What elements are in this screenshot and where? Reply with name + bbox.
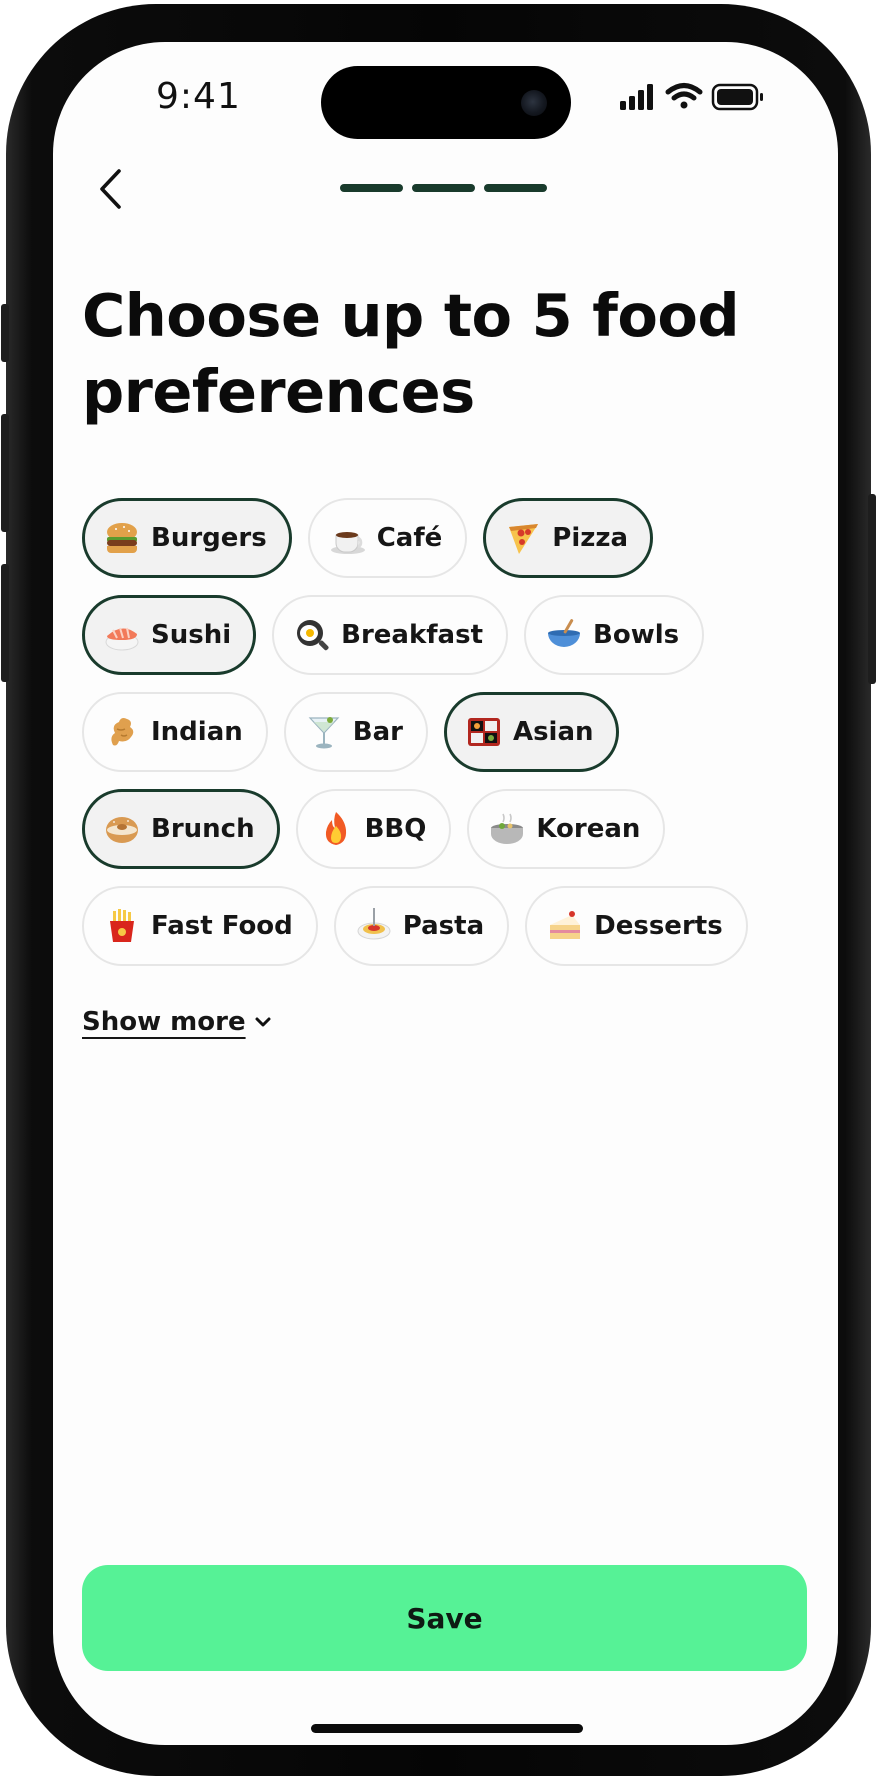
progress-step-3 (484, 184, 547, 192)
preference-chip-label: Desserts (594, 911, 723, 941)
preference-chip-label: Bar (352, 717, 403, 747)
preference-chip-sushi[interactable]: Sushi (82, 595, 257, 675)
volume-up-button (1, 414, 9, 532)
page-title: Choose up to 5 food preferences (82, 281, 740, 426)
spaghetti-icon (357, 908, 391, 940)
preference-chip-caf-[interactable]: Café (307, 498, 468, 578)
app-screen: 9:41 Choose up to 5 food preferences Bur… (53, 42, 838, 1745)
preference-chip-fast-food[interactable]: Fast Food (82, 886, 318, 966)
preference-chip-brunch[interactable]: Brunch (82, 789, 280, 869)
bowl-icon (548, 619, 581, 647)
cocktail-icon (308, 717, 340, 749)
step-progress (340, 184, 547, 192)
status-icons (620, 83, 763, 111)
preference-chip-label: BBQ (364, 814, 427, 844)
dynamic-island (321, 66, 571, 139)
preference-chip-label: Burgers (151, 523, 267, 553)
cellular-signal-icon (620, 84, 653, 110)
home-indicator (311, 1724, 583, 1733)
back-button[interactable] (83, 162, 137, 216)
preference-chip-label: Asian (512, 717, 594, 747)
action-button (1, 304, 9, 362)
status-time: 9:41 (156, 76, 241, 117)
preference-chip-label: Café (376, 523, 443, 553)
bento-icon (467, 718, 500, 746)
sushi-icon (105, 627, 139, 651)
preference-chip-label: Bowls (593, 620, 680, 650)
preference-chip-label: Korean (536, 814, 641, 844)
chevron-down-icon (255, 1017, 271, 1027)
save-button-label: Save (406, 1601, 483, 1635)
fries-icon (110, 909, 134, 942)
preference-chip-korean[interactable]: Korean (467, 789, 666, 869)
preference-chip-asian[interactable]: Asian (443, 692, 619, 772)
burger-icon (107, 523, 137, 553)
show-more-link[interactable]: Show more (82, 1007, 272, 1037)
cake-icon (550, 911, 581, 939)
pizza-icon (509, 524, 539, 554)
front-camera-icon (521, 90, 547, 116)
preference-chip-bar[interactable]: Bar (283, 692, 428, 772)
preference-chip-label: Pizza (552, 523, 629, 553)
preference-chip-list: Burgers Café Pizza Sushi Breakfast Bowls India… (82, 498, 802, 966)
preference-chip-pasta[interactable]: Pasta (333, 886, 510, 966)
phone-frame: 9:41 Choose up to 5 food preferences Bur… (1, 4, 876, 1776)
preference-chip-desserts[interactable]: Desserts (525, 886, 748, 966)
battery-icon (711, 83, 763, 111)
preference-chip-breakfast[interactable]: Breakfast (272, 595, 509, 675)
wifi-icon (665, 83, 703, 109)
pot-icon (491, 813, 524, 844)
preference-chip-pizza[interactable]: Pizza (483, 498, 654, 578)
coffee-icon (330, 532, 365, 554)
progress-step-1 (340, 184, 403, 192)
preference-chip-burgers[interactable]: Burgers (82, 498, 292, 578)
preference-chip-bbq[interactable]: BBQ (295, 789, 452, 869)
save-button[interactable]: Save (82, 1565, 807, 1671)
bagel-icon (106, 817, 138, 843)
preference-chip-label: Indian (151, 717, 243, 747)
preference-chip-bowls[interactable]: Bowls (524, 595, 705, 675)
preference-chip-label: Fast Food (151, 911, 293, 941)
volume-down-button (1, 564, 9, 682)
show-more-label: Show more (82, 1007, 246, 1037)
progress-step-2 (412, 184, 475, 192)
preference-chip-label: Brunch (151, 814, 255, 844)
power-button (868, 494, 876, 684)
fried-egg-icon (297, 620, 329, 651)
preference-chip-indian[interactable]: Indian (82, 692, 268, 772)
preference-chip-label: Breakfast (341, 620, 484, 650)
fire-icon (325, 812, 346, 845)
preference-chip-label: Pasta (402, 911, 485, 941)
preference-chip-label: Sushi (151, 620, 232, 650)
chevron-left-icon (100, 169, 121, 209)
ginger-icon (111, 718, 134, 746)
